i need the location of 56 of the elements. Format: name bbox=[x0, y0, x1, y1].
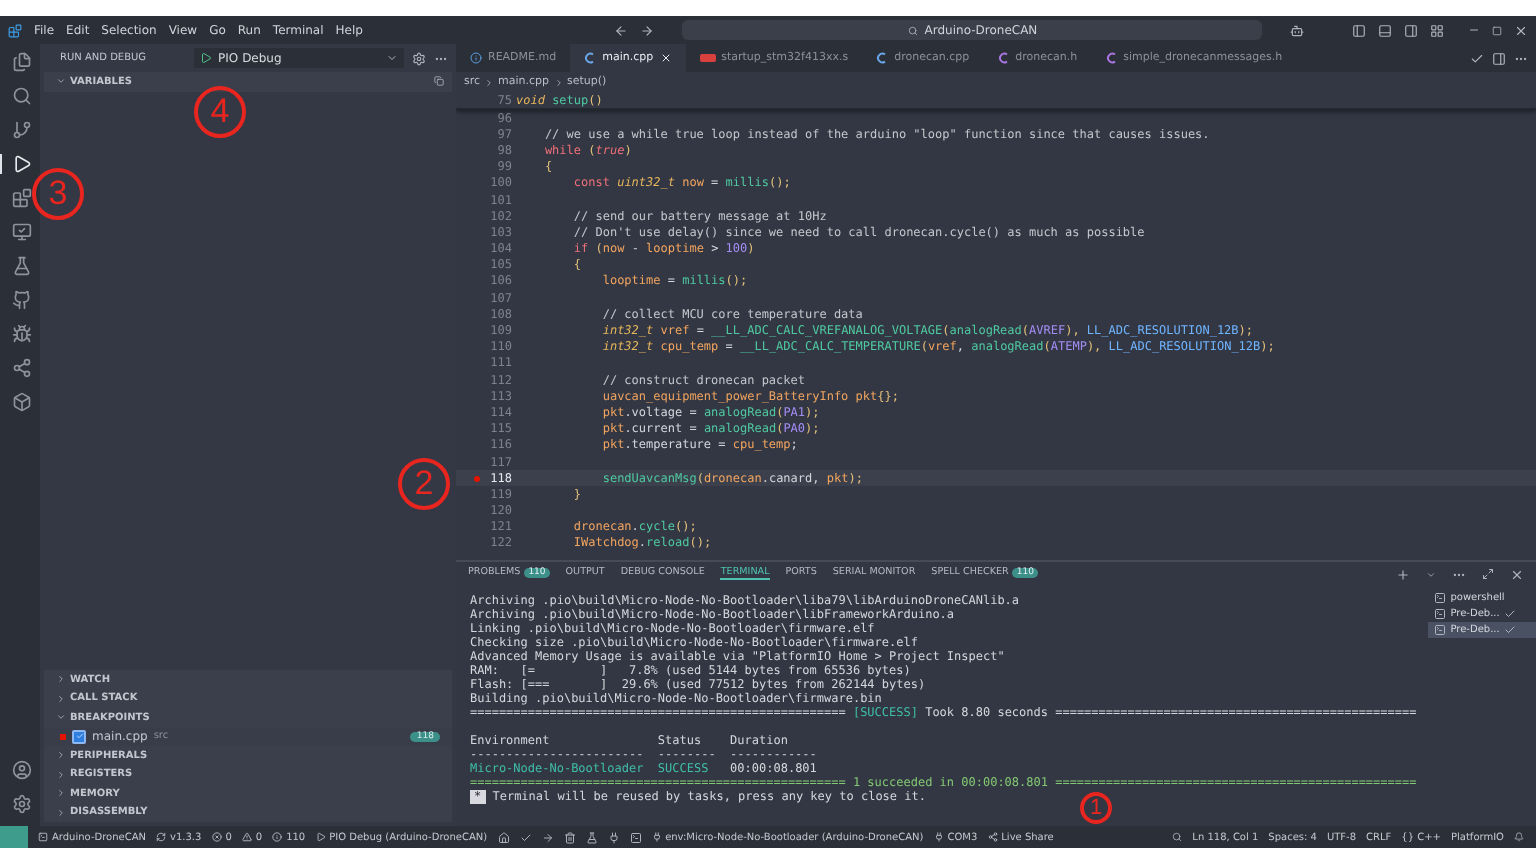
header-file-icon bbox=[997, 52, 1010, 64]
minimize-icon[interactable] bbox=[1468, 24, 1480, 36]
split-editor-icon[interactable] bbox=[1492, 51, 1506, 65]
status-icon bbox=[272, 832, 283, 842]
cpp-file-icon bbox=[876, 52, 889, 64]
annotation-number: 4 bbox=[194, 86, 246, 138]
asm-file-icon bbox=[699, 54, 716, 62]
status-icon bbox=[651, 832, 662, 842]
forward-arrow-icon[interactable] bbox=[640, 23, 655, 37]
info-icon bbox=[470, 52, 482, 64]
trash-icon[interactable] bbox=[563, 831, 576, 843]
app-logo-icon bbox=[8, 23, 22, 37]
robot-icon[interactable] bbox=[1290, 23, 1305, 37]
back-arrow-icon[interactable] bbox=[614, 23, 629, 37]
settings-icon[interactable] bbox=[412, 51, 426, 65]
maximize-icon[interactable] bbox=[1492, 25, 1502, 35]
flask-icon[interactable] bbox=[585, 831, 598, 843]
search-icon bbox=[908, 25, 919, 35]
close-icon[interactable] bbox=[1514, 23, 1528, 37]
chevron-icon bbox=[553, 77, 564, 87]
chevron-icon bbox=[386, 52, 398, 64]
status-icon bbox=[211, 832, 222, 842]
secondary-sidebar-icon[interactable] bbox=[1404, 23, 1418, 37]
checkbox[interactable] bbox=[72, 729, 86, 744]
status-icon bbox=[38, 832, 48, 842]
terminal-icon bbox=[1434, 608, 1447, 620]
annotation-number: 3 bbox=[32, 168, 84, 220]
status-icon bbox=[315, 832, 326, 842]
status-icon bbox=[933, 832, 944, 842]
check-icon[interactable] bbox=[1470, 51, 1484, 65]
home-icon[interactable] bbox=[497, 831, 510, 843]
sidebar-toggle-icon[interactable] bbox=[1352, 23, 1366, 37]
status-icon bbox=[987, 832, 998, 842]
terminal-icon bbox=[1434, 592, 1447, 604]
annotation-number: 2 bbox=[398, 458, 450, 510]
layout-icon[interactable] bbox=[1430, 23, 1444, 37]
plus-icon[interactable] bbox=[1396, 567, 1410, 581]
plug-icon[interactable] bbox=[607, 831, 620, 843]
play-icon bbox=[200, 52, 213, 64]
header-file-icon bbox=[1105, 52, 1118, 64]
panel-toggle-icon[interactable] bbox=[1378, 23, 1392, 37]
status-icon bbox=[241, 832, 252, 842]
annotation-number: 1 bbox=[1080, 792, 1112, 824]
bell-icon[interactable] bbox=[1514, 832, 1524, 842]
arrow-icon[interactable] bbox=[541, 831, 554, 843]
chevron-icon bbox=[484, 77, 495, 87]
chevron-icon[interactable] bbox=[1426, 569, 1436, 579]
cpp-file-icon bbox=[584, 52, 597, 64]
status-icon bbox=[156, 832, 166, 842]
terminal-icon[interactable] bbox=[629, 831, 642, 843]
breakpoint-dot[interactable] bbox=[474, 475, 480, 482]
search-icon[interactable] bbox=[1172, 832, 1183, 842]
close-icon[interactable] bbox=[1510, 567, 1524, 581]
check-icon[interactable] bbox=[519, 831, 532, 843]
chevron-icon bbox=[56, 76, 66, 87]
terminal-icon bbox=[1434, 624, 1447, 636]
